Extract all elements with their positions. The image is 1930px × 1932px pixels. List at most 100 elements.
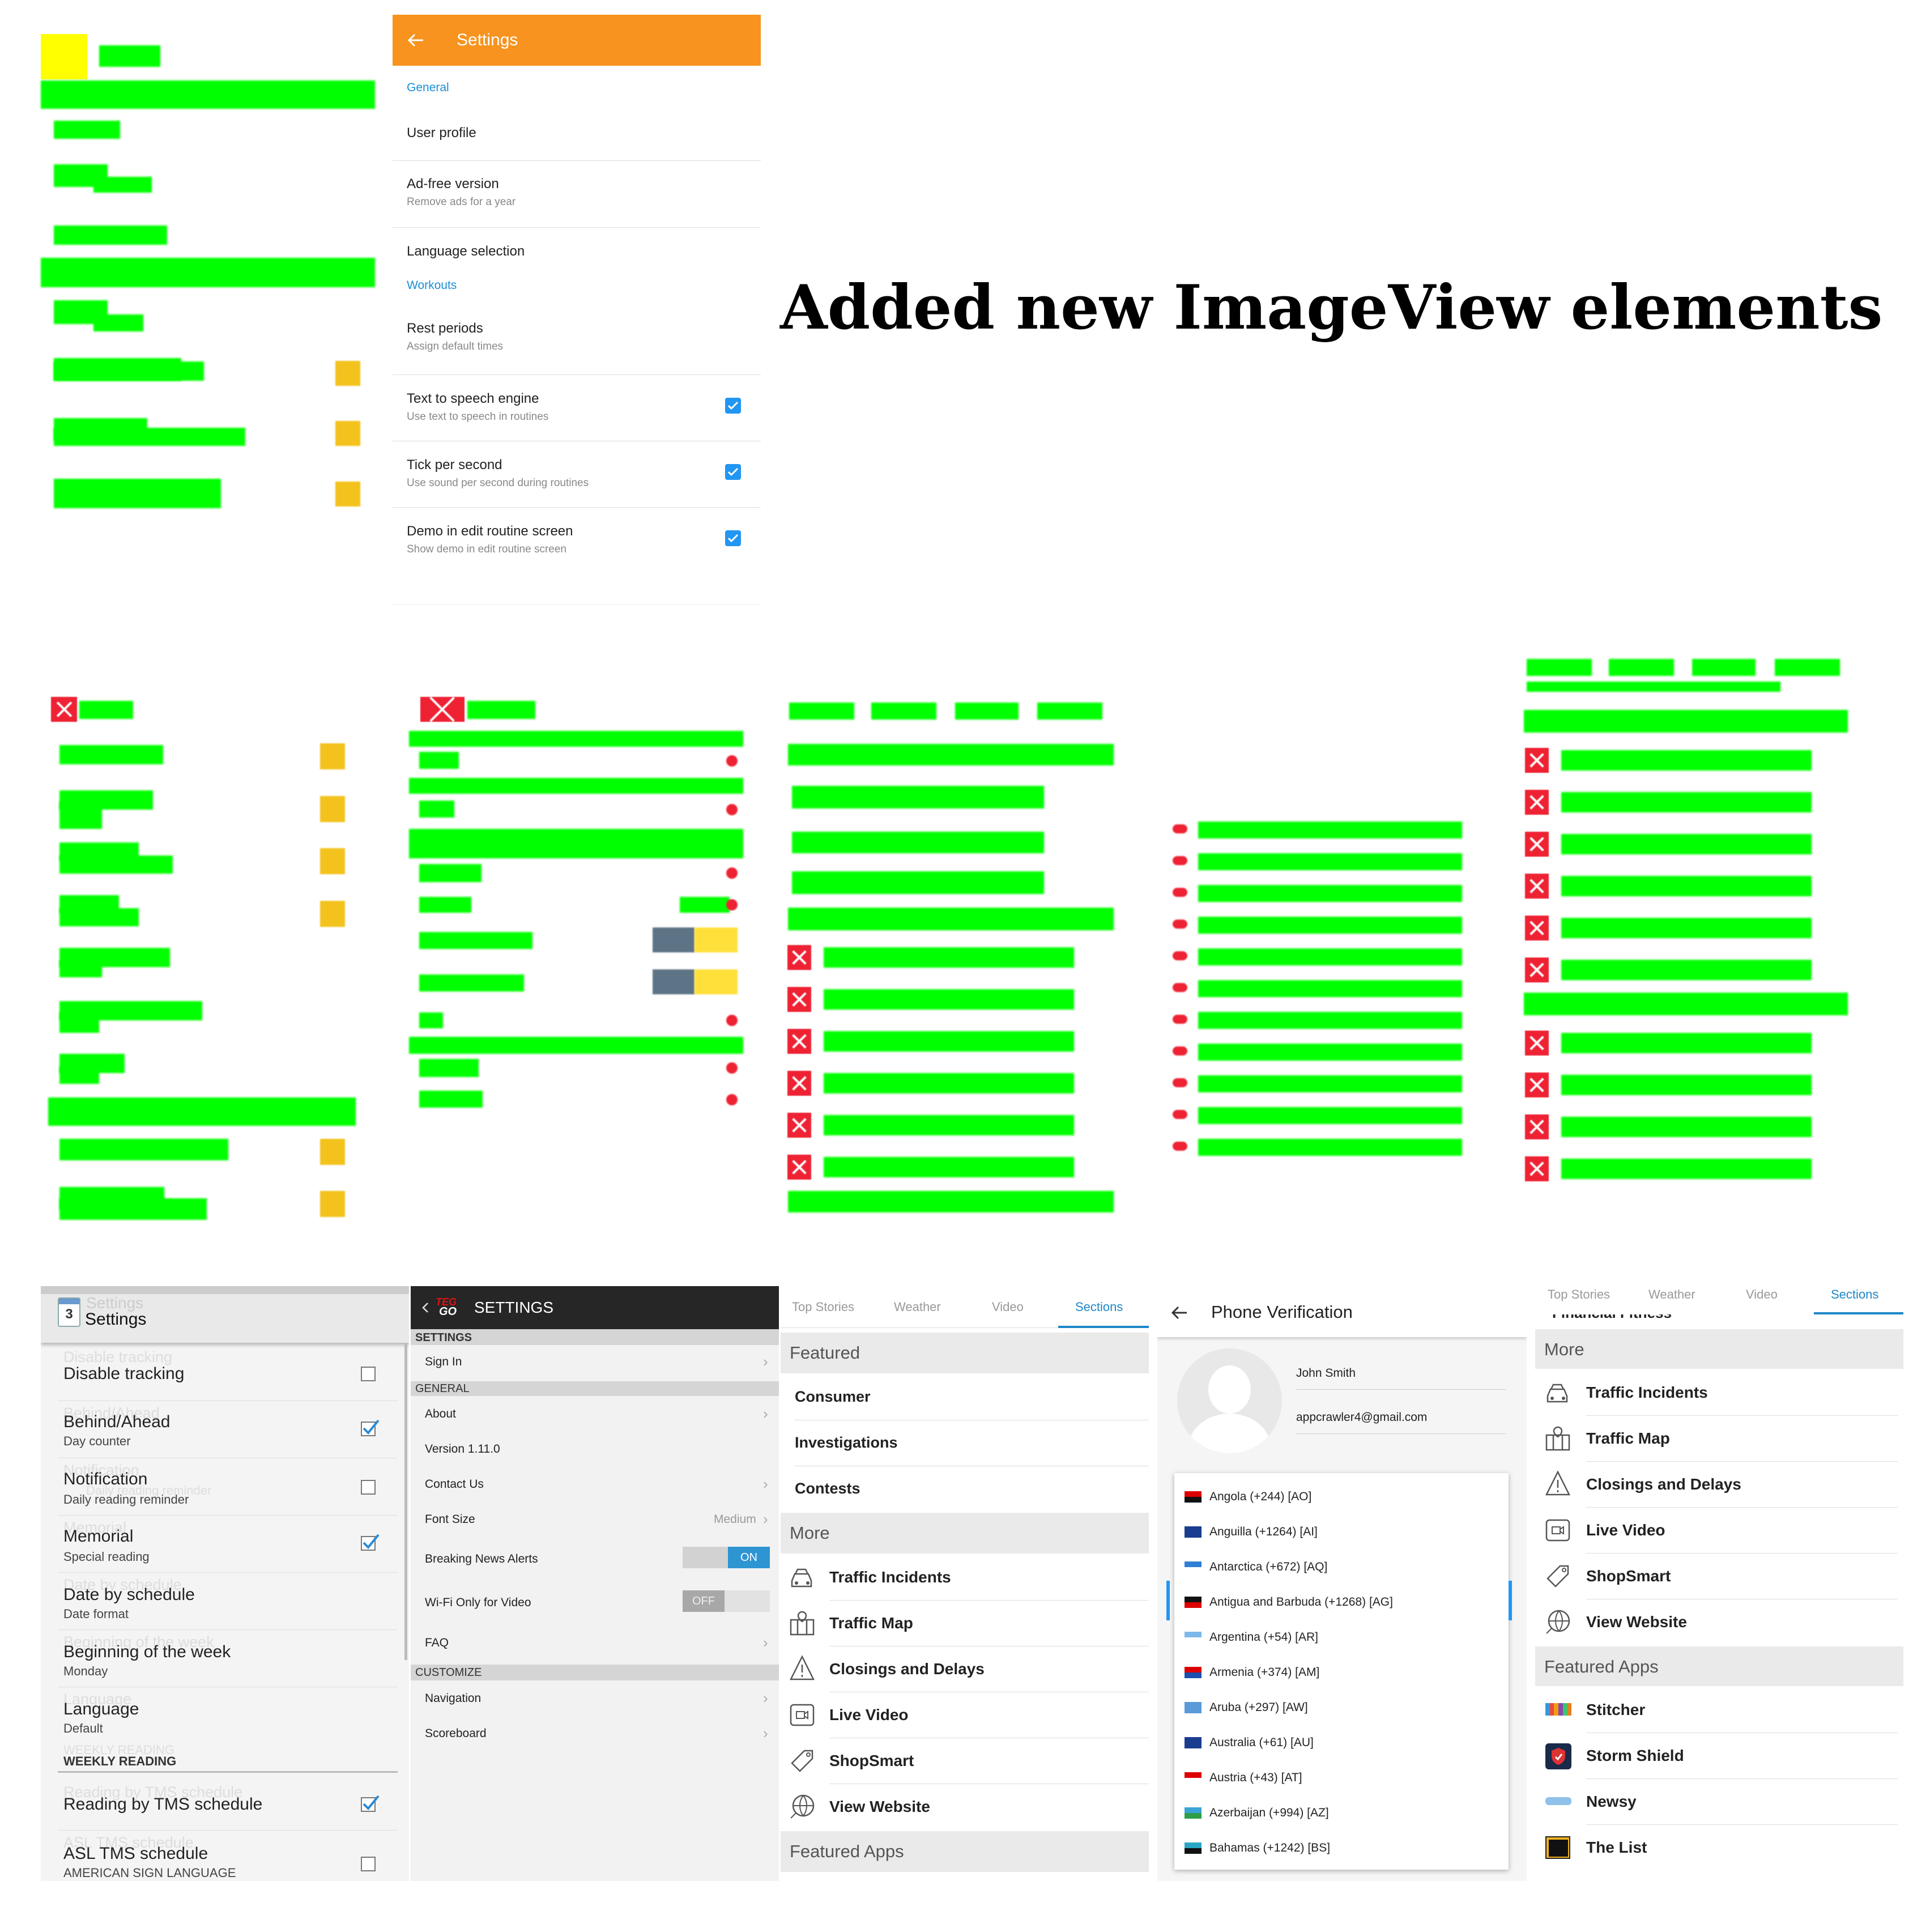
- item-font-size[interactable]: Font Size Medium ›: [411, 1503, 779, 1537]
- pref-beginning-of-week[interactable]: Beginning of the week Beginning of the w…: [41, 1630, 409, 1687]
- newsy-icon: [1545, 1797, 1571, 1805]
- tab-video[interactable]: Video: [992, 1300, 1024, 1314]
- behind-ahead-checkbox[interactable]: [361, 1419, 380, 1436]
- pref-behind-ahead[interactable]: Behind/Ahead Behind/Ahead Day counter: [41, 1401, 409, 1458]
- dropdown-scroll-indicator: [1166, 1581, 1170, 1620]
- pref-memorial[interactable]: Memorial Memorial Special reading: [41, 1516, 409, 1572]
- pref-demo-edit[interactable]: Demo in edit routine screen Show demo in…: [393, 508, 761, 573]
- country-dropdown: Angola (+244) [AO] Anguilla (+1264) [AI] A…: [1166, 1473, 1512, 1870]
- tab-weather[interactable]: Weather: [894, 1300, 941, 1314]
- country-option[interactable]: Anguilla (+1264) [AI]: [1174, 1515, 1509, 1550]
- item-traffic-map[interactable]: Traffic Map: [1535, 1416, 1903, 1461]
- back-arrow-icon[interactable]: [406, 31, 425, 50]
- item-sign-in[interactable]: Sign In ›: [411, 1346, 779, 1378]
- car-icon: [1544, 1380, 1571, 1408]
- pref-rest-periods[interactable]: Rest periods Assign default times: [393, 309, 761, 375]
- item-faq[interactable]: FAQ ›: [411, 1624, 779, 1658]
- back-arrow-icon[interactable]: [1170, 1303, 1189, 1322]
- pref-date-by-schedule[interactable]: Date by schedule Date by schedule Date f…: [41, 1573, 409, 1629]
- pref-language[interactable]: Language selection: [393, 228, 761, 273]
- pref-text-to-speech[interactable]: Text to speech engine Use text to speech…: [393, 375, 761, 441]
- flag-icon: [1185, 1597, 1202, 1608]
- country-option[interactable]: Aruba (+297) [AW]: [1174, 1691, 1509, 1726]
- settings-screen-3: TEG GO SETTINGS SETTINGS Sign In › GENER…: [411, 1286, 779, 1881]
- reading-tms-checkbox[interactable]: [361, 1795, 380, 1812]
- flag-icon: [1185, 1702, 1202, 1713]
- tab-top-stories[interactable]: Top Stories: [1548, 1287, 1610, 1302]
- tab-sections[interactable]: Sections: [1831, 1287, 1878, 1302]
- country-option[interactable]: Antigua and Barbuda (+1268) [AG]: [1174, 1585, 1509, 1620]
- country-option[interactable]: Angola (+244) [AO]: [1174, 1480, 1509, 1515]
- video-icon: [789, 1701, 816, 1731]
- pref-reading-tms[interactable]: Reading by TMS schedule Reading by TMS s…: [41, 1773, 409, 1830]
- chevron-right-icon: ›: [763, 1634, 768, 1651]
- tab-sections[interactable]: Sections: [1075, 1300, 1123, 1314]
- news-sections-screen-2: Top Stories Weather Video Sections Finan…: [1535, 1275, 1903, 1881]
- app-stitcher[interactable]: Stitcher: [1535, 1687, 1903, 1733]
- country-option[interactable]: Austria (+43) [AT]: [1174, 1761, 1509, 1796]
- item-contact-us[interactable]: Contact Us ›: [411, 1467, 779, 1501]
- active-tab-indicator: [1058, 1326, 1149, 1328]
- country-option[interactable]: Armenia (+374) [AM]: [1174, 1656, 1509, 1691]
- wifi-only-toggle[interactable]: OFF: [683, 1590, 770, 1612]
- item-shopsmart[interactable]: ShopSmart: [1535, 1554, 1903, 1599]
- pref-asl-tms[interactable]: ASL TMS schedule ASL TMS schedule AMERIC…: [41, 1831, 409, 1881]
- country-option[interactable]: Argentina (+54) [AR]: [1174, 1620, 1509, 1656]
- item-wifi-only[interactable]: Wi-Fi Only for Video OFF: [411, 1584, 779, 1623]
- item-consumer[interactable]: Consumer: [781, 1374, 1149, 1420]
- item-traffic-incidents[interactable]: Traffic Incidents: [1535, 1370, 1903, 1415]
- pref-language[interactable]: Language Language Default: [41, 1687, 409, 1744]
- globe-icon: [789, 1793, 816, 1823]
- pref-tick-per-second[interactable]: Tick per second Use sound per second dur…: [393, 441, 761, 507]
- country-option[interactable]: Azerbaijan (+994) [AZ]: [1174, 1796, 1509, 1831]
- item-live-video[interactable]: Live Video: [781, 1692, 1149, 1738]
- item-shopsmart[interactable]: ShopSmart: [781, 1738, 1149, 1784]
- app-newsy[interactable]: Newsy: [1535, 1779, 1903, 1824]
- memorial-checkbox[interactable]: [361, 1534, 380, 1551]
- item-traffic-map[interactable]: Traffic Map: [781, 1601, 1149, 1646]
- pref-user-profile[interactable]: User profile: [393, 114, 761, 160]
- tab-video[interactable]: Video: [1746, 1287, 1778, 1302]
- country-option[interactable]: Bahamas (+1242) [BS]: [1174, 1831, 1509, 1866]
- item-view-website[interactable]: View Website: [781, 1784, 1149, 1829]
- car-icon: [789, 1565, 816, 1593]
- warning-icon: [1544, 1470, 1571, 1500]
- screen-title: Phone Verification: [1211, 1302, 1353, 1322]
- warning-icon: [789, 1654, 816, 1684]
- item-closings[interactable]: Closings and Delays: [1535, 1462, 1903, 1507]
- tts-checkbox[interactable]: [725, 398, 741, 414]
- item-about[interactable]: About ›: [411, 1397, 779, 1431]
- disable-tracking-checkbox[interactable]: [361, 1367, 376, 1381]
- app-storm-shield[interactable]: Storm Shield: [1535, 1733, 1903, 1778]
- pref-ad-free[interactable]: Ad-free version Remove ads for a year: [393, 161, 761, 227]
- pref-disable-tracking[interactable]: Disable tracking Disable tracking: [41, 1344, 409, 1401]
- country-option[interactable]: Australia (+61) [AU]: [1174, 1726, 1509, 1761]
- the-list-icon: [1545, 1836, 1570, 1859]
- tab-weather[interactable]: Weather: [1648, 1287, 1695, 1302]
- tick-checkbox[interactable]: [725, 464, 741, 480]
- item-closings[interactable]: Closings and Delays: [781, 1646, 1149, 1692]
- app-the-list[interactable]: The List: [1535, 1825, 1903, 1870]
- asl-tms-checkbox[interactable]: [361, 1857, 376, 1871]
- back-chevron-icon[interactable]: [421, 1301, 430, 1314]
- tag-icon: [1544, 1561, 1571, 1591]
- breaking-news-toggle[interactable]: ON: [683, 1547, 770, 1568]
- phone-verification-screen: Phone Verification John Smith appcrawler…: [1157, 1286, 1527, 1881]
- item-breaking-news[interactable]: Breaking News Alerts ON: [411, 1540, 779, 1580]
- notification-checkbox[interactable]: [361, 1480, 376, 1495]
- pref-notification[interactable]: Notification Notification Daily reading …: [41, 1458, 409, 1515]
- country-option[interactable]: Antarctica (+672) [AQ]: [1174, 1550, 1509, 1585]
- item-contests[interactable]: Contests: [781, 1466, 1149, 1512]
- item-view-website[interactable]: View Website: [1535, 1599, 1903, 1645]
- tab-top-stories[interactable]: Top Stories: [792, 1300, 854, 1314]
- item-live-video[interactable]: Live Video: [1535, 1508, 1903, 1553]
- globe-icon: [1544, 1608, 1571, 1639]
- item-scoreboard[interactable]: Scoreboard ›: [411, 1717, 779, 1751]
- calendar-app-icon: 3: [58, 1297, 80, 1327]
- flag-icon: [1185, 1842, 1202, 1854]
- headline: Added new ImageView elements: [780, 272, 1883, 343]
- item-investigations[interactable]: Investigations: [781, 1420, 1149, 1466]
- demo-checkbox[interactable]: [725, 530, 741, 546]
- item-traffic-incidents[interactable]: Traffic Incidents: [781, 1555, 1149, 1600]
- item-navigation[interactable]: Navigation ›: [411, 1682, 779, 1716]
